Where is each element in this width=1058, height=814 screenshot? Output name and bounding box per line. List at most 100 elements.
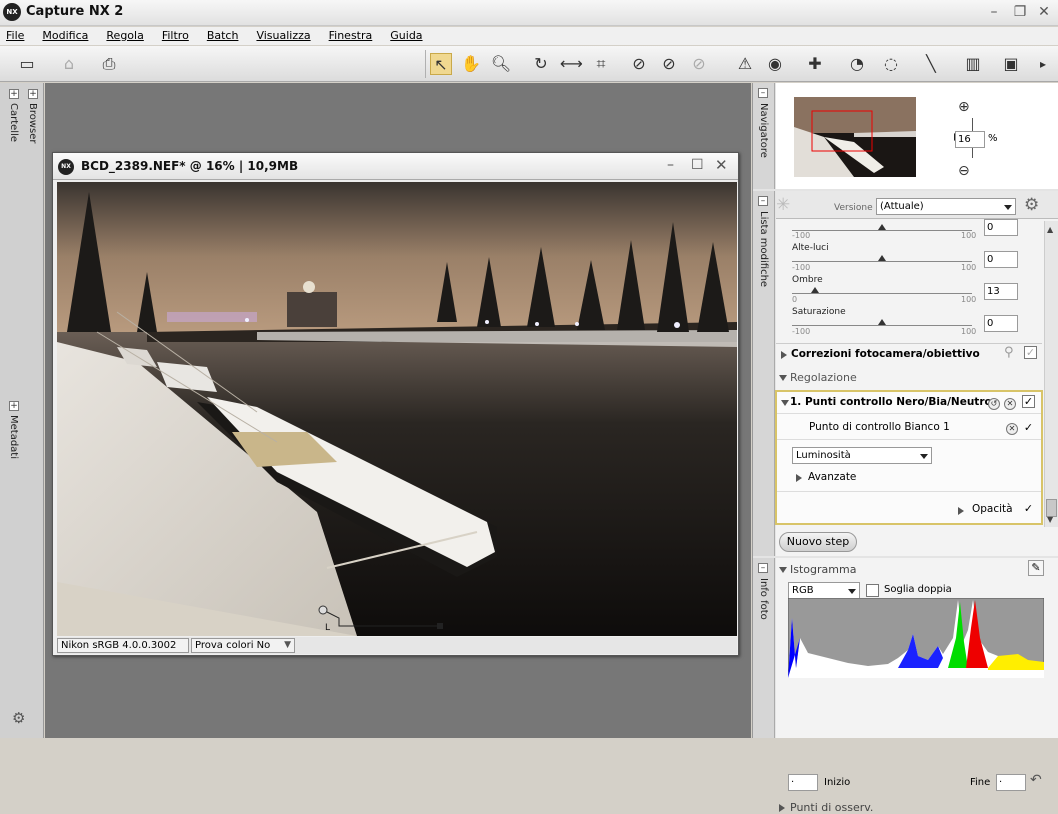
watch-points-expand-icon[interactable] [779, 804, 785, 812]
step-checkbox[interactable]: ✓ [1022, 395, 1035, 408]
channel-dropdown[interactable]: Luminosità [792, 447, 932, 464]
tab-edit-list[interactable]: Lista modifiche [758, 211, 769, 287]
menu-batch[interactable]: Batch [201, 27, 245, 42]
top-slider-thumb[interactable] [878, 224, 886, 230]
menu-finestra[interactable]: Finestra [323, 27, 379, 42]
doc-close-icon[interactable]: ✕ [715, 156, 728, 174]
tab-metadata[interactable]: Metadati [8, 415, 19, 459]
settings-gear-icon[interactable]: ⚙ [1024, 195, 1039, 215]
scroll-down-icon[interactable]: ▼ [1047, 515, 1053, 524]
menu-regola[interactable]: Regola [100, 27, 149, 42]
edit-list-scrollbar[interactable]: ▲ ▼ [1044, 221, 1058, 527]
opacity-label[interactable]: Opacità [972, 503, 1013, 515]
close-icon[interactable]: ✕ [1036, 5, 1052, 21]
zoom-out-icon[interactable]: ⊖ [958, 163, 970, 179]
highlights-slider-thumb[interactable] [878, 255, 886, 261]
expand-metadata-icon[interactable]: + [9, 401, 19, 411]
collapse-navigator-icon[interactable]: – [758, 88, 768, 98]
menu-guida[interactable]: Guida [384, 27, 428, 42]
menu-modifica[interactable]: Modifica [36, 27, 94, 42]
collapse-photo-info-icon[interactable]: – [758, 563, 768, 573]
control-point-checkbox[interactable]: ✓ [1022, 422, 1035, 435]
white-picker-icon[interactable]: ⊘ [658, 53, 680, 75]
saturation-slider-thumb[interactable] [878, 319, 886, 325]
print-icon[interactable]: ⎙ [98, 53, 120, 75]
neutral-picker-icon[interactable]: ⊘ [688, 53, 710, 75]
highlights-value[interactable]: 0 [984, 251, 1018, 268]
bandaid-icon[interactable]: ✚ [804, 53, 826, 75]
camera-corrections-checkbox[interactable]: ✓ [1024, 346, 1037, 359]
menu-visualizza[interactable]: Visualizza [250, 27, 316, 42]
doc-minimize-icon[interactable]: – [667, 157, 674, 173]
version-dropdown[interactable]: (Attuale) [876, 198, 1016, 215]
gear-icon[interactable]: ⚙ [12, 709, 25, 727]
zoom-input[interactable]: 16 [955, 131, 985, 148]
menu-filtro[interactable]: Filtro [156, 27, 195, 42]
histogram-edit-icon[interactable]: ✎ [1028, 560, 1044, 576]
restore-icon[interactable]: ❐ [1012, 5, 1028, 21]
control-point-item[interactable]: Punto di controllo Bianco 1 [809, 421, 950, 433]
gradient-icon[interactable]: ▥ [962, 53, 984, 75]
collapse-arrow-icon[interactable] [779, 375, 787, 381]
expand-browser-icon[interactable]: + [28, 89, 38, 99]
shadows-slider-thumb[interactable] [811, 287, 820, 293]
histogram-start-input[interactable]: · [788, 774, 818, 791]
camera-icon[interactable]: ⌂ [58, 53, 80, 75]
expand-folders-icon[interactable]: + [9, 89, 19, 99]
histogram-channel-dropdown[interactable]: RGB [788, 582, 860, 599]
opacity-expand-icon[interactable] [958, 507, 964, 515]
shadows-value[interactable]: 13 [984, 283, 1018, 300]
document-title-bar[interactable]: NX BCD_2389.NEF* @ 16% | 10,9MB – ☐ ✕ [53, 153, 738, 180]
histogram-end-input[interactable]: · [996, 774, 1026, 791]
new-step-button[interactable]: Nuovo step [779, 532, 857, 552]
control-point-delete-icon[interactable]: ✕ [1006, 423, 1018, 435]
auto-retouch-icon[interactable]: ⚠ [734, 53, 756, 75]
step-title[interactable]: 1. Punti controllo Nero/Bia/Neutro [790, 396, 992, 408]
advanced-expand-icon[interactable] [796, 474, 802, 482]
scroll-up-icon[interactable]: ▲ [1047, 225, 1053, 234]
menu-file[interactable]: File [0, 27, 30, 42]
histogram-graph[interactable] [788, 598, 1044, 678]
hand-icon[interactable]: ✋ [460, 53, 482, 75]
saturation-value[interactable]: 0 [984, 315, 1018, 332]
expand-arrow-icon[interactable] [781, 351, 787, 359]
photo-canvas[interactable]: L [57, 182, 737, 636]
tab-browser[interactable]: Browser [27, 103, 38, 144]
select-arrow-icon[interactable]: ↖ [430, 53, 452, 75]
black-picker-icon[interactable]: ⊘ [628, 53, 650, 75]
brush-icon[interactable]: ╲ [920, 53, 942, 75]
histogram-collapse-icon[interactable] [779, 567, 787, 573]
collapse-edit-list-icon[interactable]: – [758, 196, 768, 206]
zoom-in-icon[interactable]: ⊕ [958, 99, 970, 115]
watch-points-label[interactable]: Punti di osserv. [790, 801, 873, 814]
top-slider-value[interactable]: 0 [984, 219, 1018, 236]
zoom-icon[interactable]: 🔍︎ [490, 53, 512, 75]
control-point-icon[interactable]: ◔ [846, 53, 868, 75]
reset-icon[interactable]: ↶ [1030, 772, 1042, 788]
tab-photo-info[interactable]: Info foto [758, 578, 769, 620]
step-reset-icon[interactable]: ↺ [988, 398, 1000, 410]
link-icon[interactable]: ⚲ [1004, 345, 1014, 360]
opacity-checkbox[interactable]: ✓ [1022, 503, 1035, 516]
crop-icon[interactable]: ⌗ [590, 53, 612, 75]
proof-colors-dropdown[interactable]: Prova colori No ▼ [191, 638, 295, 653]
step-collapse-icon[interactable] [781, 400, 789, 406]
navigator-thumbnail[interactable] [794, 97, 916, 177]
rotate-icon[interactable]: ↻ [530, 53, 552, 75]
app-logo-icon: NX [3, 3, 21, 21]
minimize-icon[interactable]: – [986, 5, 1002, 21]
tab-navigator[interactable]: Navigatore [758, 103, 769, 158]
red-eye-icon[interactable]: ◉ [764, 53, 786, 75]
camera-corrections-label[interactable]: Correzioni fotocamera/obiettivo [791, 348, 980, 360]
dual-threshold-checkbox[interactable] [866, 584, 879, 597]
toolbar-more-icon[interactable]: ▸ [1034, 53, 1052, 75]
step-delete-icon[interactable]: ✕ [1004, 398, 1016, 410]
advanced-label[interactable]: Avanzate [808, 471, 856, 483]
lasso-icon[interactable]: ◌ [880, 53, 902, 75]
tab-folders[interactable]: Cartelle [8, 103, 19, 142]
marquee-icon[interactable]: ▣ [1000, 53, 1022, 75]
sparkle-icon: ✳ [776, 195, 791, 215]
straighten-icon[interactable]: ⟷ [560, 53, 583, 75]
browser-toggle-icon[interactable]: ▭ [16, 53, 38, 75]
doc-maximize-icon[interactable]: ☐ [691, 157, 704, 173]
